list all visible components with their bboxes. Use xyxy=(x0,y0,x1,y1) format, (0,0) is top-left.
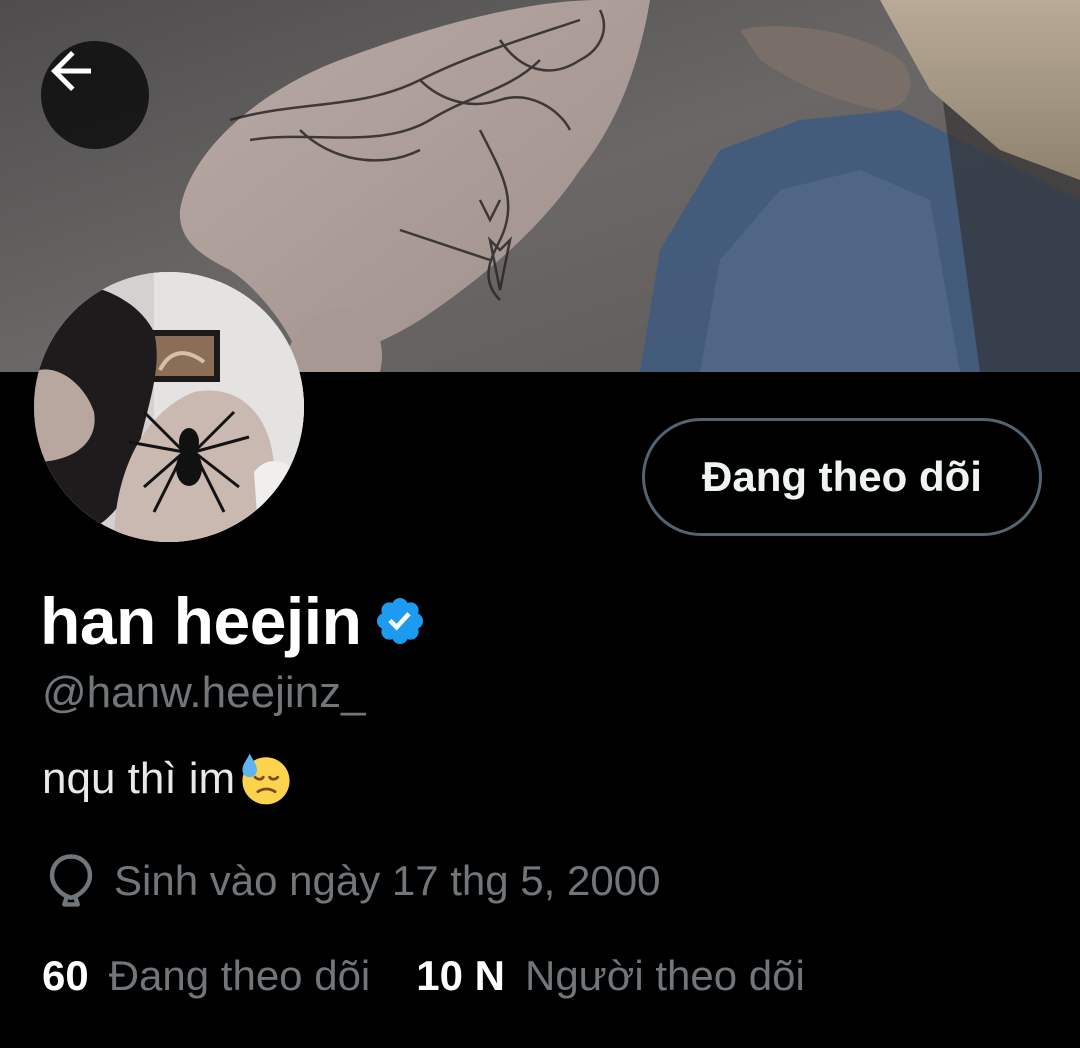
following-count: 60 xyxy=(42,952,89,999)
followers-label: Người theo dõi xyxy=(524,952,805,999)
following-stat[interactable]: 60 Đang theo dõi xyxy=(42,952,370,1000)
birthday-text: Sinh vào ngày 17 thg 5, 2000 xyxy=(114,857,661,904)
profile-bio: nqu thì im xyxy=(42,750,295,808)
back-button[interactable] xyxy=(41,41,149,149)
display-name: han heejin xyxy=(40,584,362,658)
bio-text: nqu thì im xyxy=(42,754,236,803)
avatar-image xyxy=(34,272,304,542)
profile-handle: @hanw.heejinz_ xyxy=(42,668,366,717)
verified-badge-icon[interactable] xyxy=(373,594,427,648)
followers-count: 10 N xyxy=(416,952,505,999)
following-button[interactable]: Đang theo dõi xyxy=(642,418,1042,536)
downcast-face-with-sweat-icon xyxy=(242,753,290,805)
birthday-row: Sinh vào ngày 17 thg 5, 2000 xyxy=(44,852,660,910)
balloon-icon xyxy=(49,854,93,907)
profile-name-row: han heejin xyxy=(40,583,427,659)
followers-stat[interactable]: 10 N Người theo dõi xyxy=(416,952,805,1000)
following-button-label: Đang theo dõi xyxy=(702,453,982,500)
follow-stats: 60 Đang theo dõi 10 N Người theo dõi xyxy=(42,952,805,1000)
following-label: Đang theo dõi xyxy=(108,952,371,999)
arrow-left-icon xyxy=(51,51,91,91)
profile-avatar[interactable] xyxy=(34,272,304,542)
